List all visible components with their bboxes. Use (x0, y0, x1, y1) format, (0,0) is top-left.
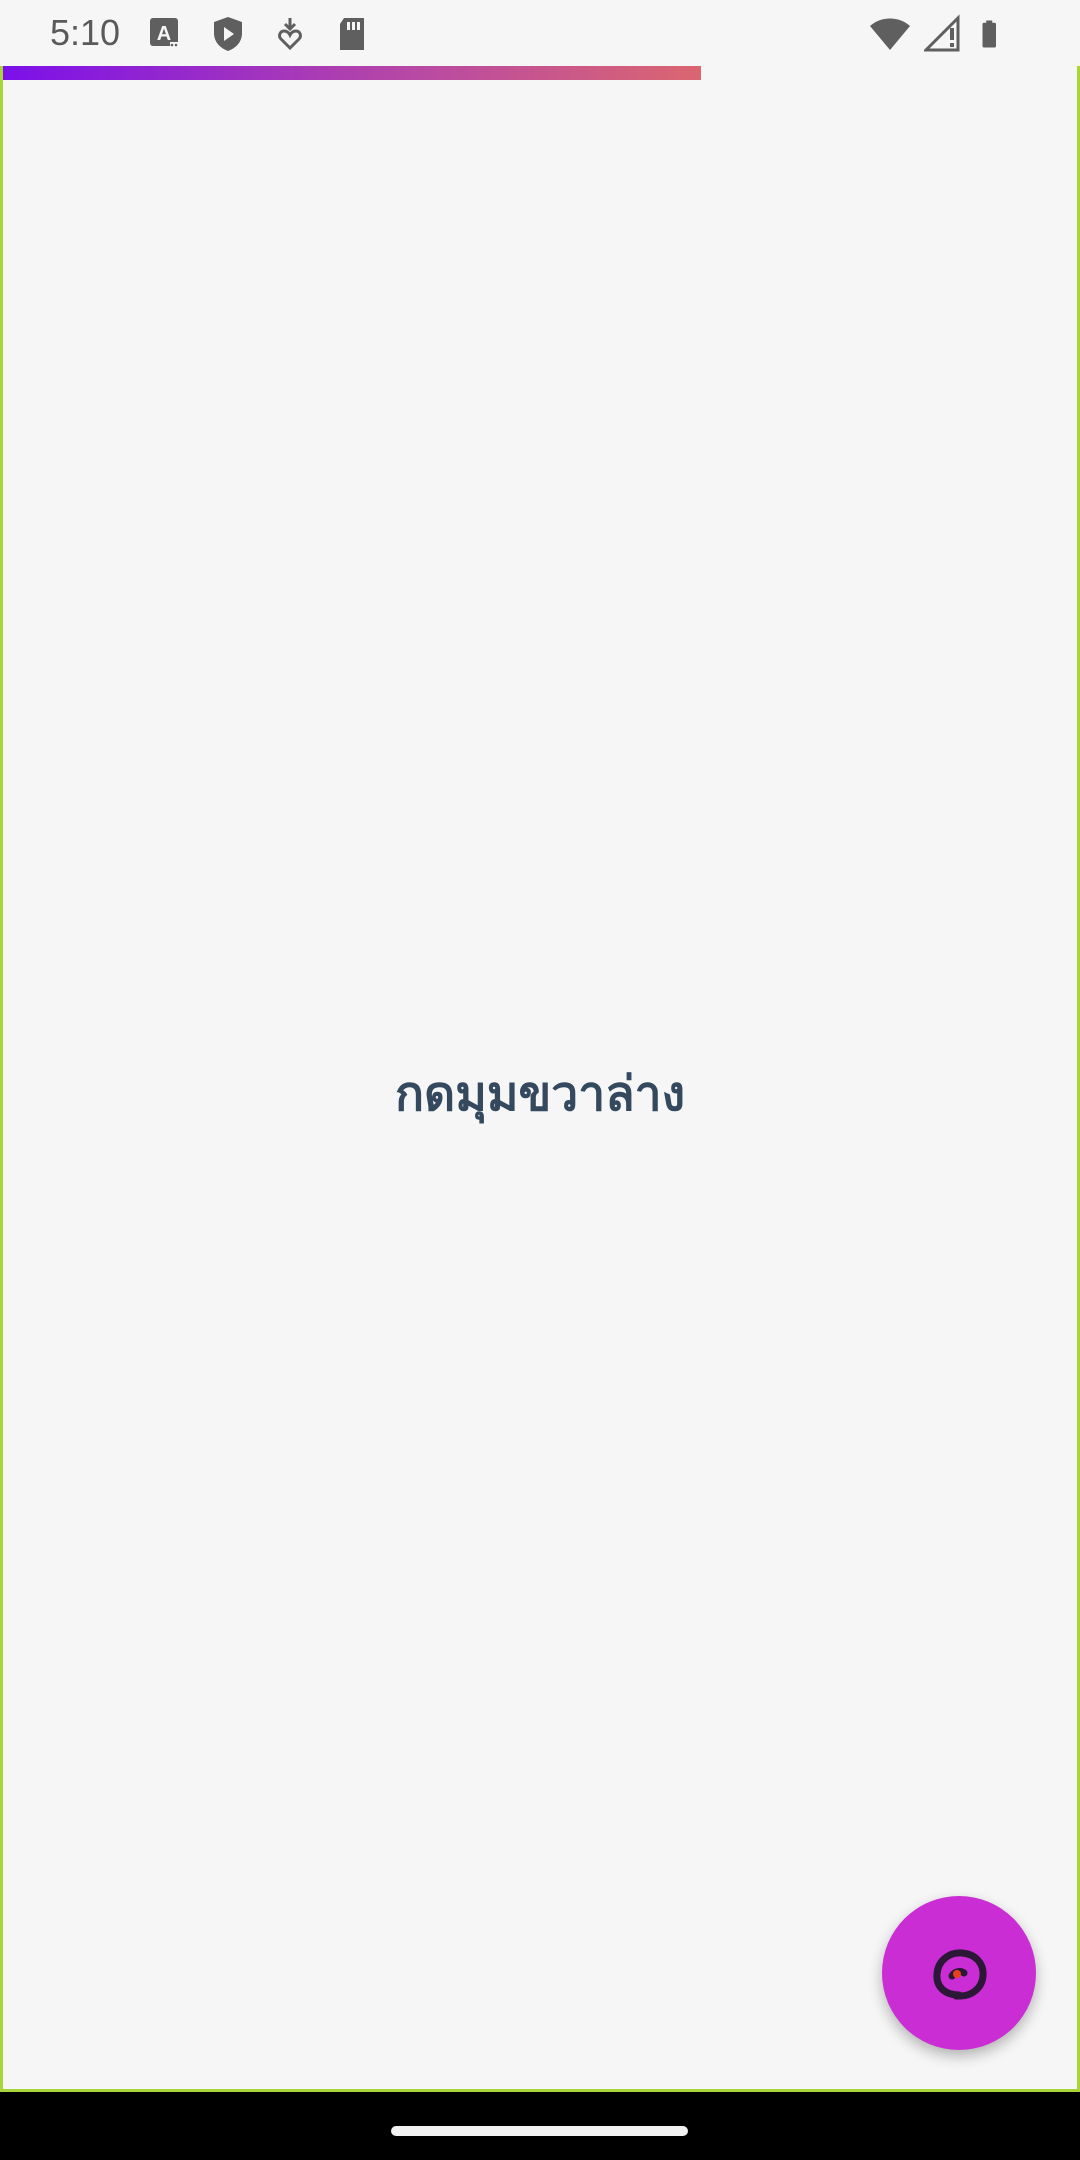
screen: 5:10 A กดมุมขวาล่าง (0, 0, 1080, 2160)
status-time: 5:10 (50, 12, 121, 53)
download-heart-icon (278, 18, 302, 51)
shield-play-icon (214, 17, 242, 51)
navigation-bar (0, 2092, 1080, 2160)
instruction-text: กดมุมขวาล่าง (394, 1066, 686, 1122)
page-load-progress-bar (3, 66, 702, 80)
svg-text:A: A (157, 23, 171, 45)
status-icons-right (866, 14, 1008, 54)
swirl-icon (933, 1949, 987, 2000)
font-icon: A (150, 18, 180, 48)
wifi-icon (870, 18, 910, 50)
signal-no-data-icon (924, 14, 960, 52)
status-icons-left: A (146, 14, 372, 54)
status-bar: 5:10 A (0, 0, 1080, 66)
sd-card-icon (340, 18, 364, 50)
home-gesture-handle[interactable] (391, 2126, 688, 2136)
floating-action-button[interactable] (882, 1896, 1036, 2050)
web-content: กดมุมขวาล่าง (0, 66, 1080, 2092)
battery-icon (982, 20, 996, 48)
